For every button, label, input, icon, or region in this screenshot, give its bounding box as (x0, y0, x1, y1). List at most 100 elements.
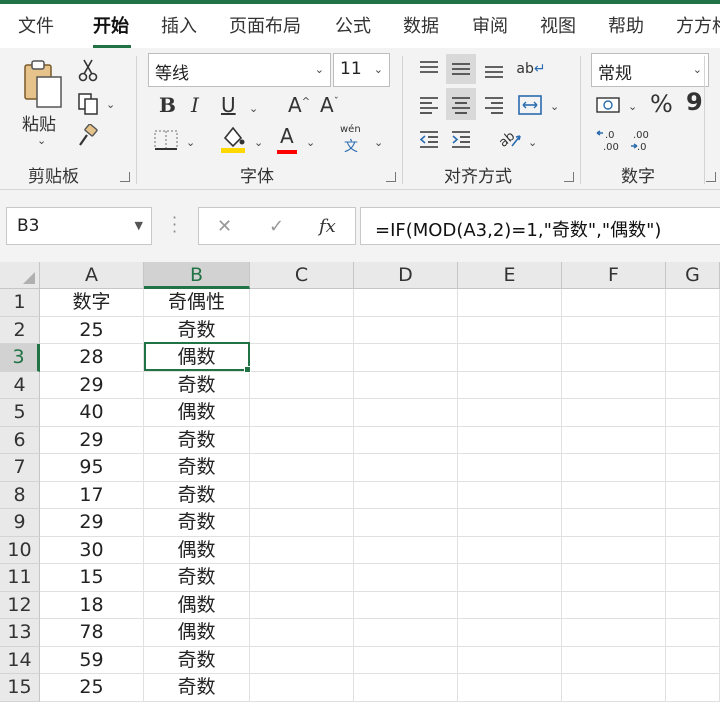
cell-a6[interactable]: 29 (40, 426, 144, 454)
cell-e7[interactable] (458, 454, 562, 482)
cell-g8[interactable] (666, 481, 720, 509)
cell-e9[interactable] (458, 509, 562, 537)
cell-g2[interactable] (666, 316, 720, 344)
cell-c10[interactable] (250, 536, 354, 564)
cell-c13[interactable] (250, 619, 354, 647)
alignment-launcher-icon[interactable] (564, 172, 574, 182)
cell-f2[interactable] (562, 316, 666, 344)
cell-e14[interactable] (458, 646, 562, 674)
cell-f11[interactable] (562, 564, 666, 592)
row-header[interactable]: 10 (0, 536, 40, 564)
column-header[interactable]: C (250, 262, 354, 289)
cell-g7[interactable] (666, 454, 720, 482)
row-header[interactable]: 13 (0, 619, 40, 647)
cell-c14[interactable] (250, 646, 354, 674)
cell-c3[interactable] (250, 344, 354, 372)
cell-e8[interactable] (458, 481, 562, 509)
cell-e10[interactable] (458, 536, 562, 564)
accounting-format-icon[interactable] (594, 92, 622, 118)
paste-dropdown-icon[interactable]: ⌄ (37, 134, 46, 147)
cell-a13[interactable]: 78 (40, 619, 144, 647)
tab-file[interactable]: 文件 (18, 12, 54, 38)
cell-b2[interactable]: 奇数 (144, 316, 250, 344)
cell-e3[interactable] (458, 344, 562, 372)
cell-g3[interactable] (666, 344, 720, 372)
row-header[interactable]: 12 (0, 591, 40, 619)
top-align-icon[interactable] (416, 56, 442, 82)
row-header[interactable]: 11 (0, 564, 40, 592)
cell-d2[interactable] (354, 316, 458, 344)
cell-a5[interactable]: 40 (40, 399, 144, 427)
bottom-align-icon[interactable] (481, 56, 507, 82)
cell-b9[interactable]: 奇数 (144, 509, 250, 537)
cell-a7[interactable]: 95 (40, 454, 144, 482)
cell-b6[interactable]: 奇数 (144, 426, 250, 454)
cell-b4[interactable]: 奇数 (144, 371, 250, 399)
cell-f14[interactable] (562, 646, 666, 674)
cell-b8[interactable]: 奇数 (144, 481, 250, 509)
cell-f15[interactable] (562, 674, 666, 702)
cell-c1[interactable] (250, 289, 354, 317)
cell-e1[interactable] (458, 289, 562, 317)
bold-button[interactable]: B (159, 93, 176, 117)
underline-button[interactable]: U (221, 93, 236, 117)
underline-dropdown-icon[interactable]: ⌄ (249, 102, 258, 115)
cell-a12[interactable]: 18 (40, 591, 144, 619)
font-color-button[interactable]: A (280, 124, 294, 148)
cell-c12[interactable] (250, 591, 354, 619)
clipboard-launcher-icon[interactable] (120, 172, 130, 182)
phonetic-dropdown-icon[interactable]: ⌄ (374, 136, 383, 149)
cell-b5[interactable]: 偶数 (144, 399, 250, 427)
select-all-button[interactable] (0, 262, 40, 289)
font-family-select[interactable]: 等线 ⌄ (148, 53, 331, 87)
cell-a1[interactable]: 数字 (40, 289, 144, 317)
fill-color-dropdown-icon[interactable]: ⌄ (254, 136, 263, 149)
cell-d11[interactable] (354, 564, 458, 592)
formula-input[interactable]: =IF(MOD(A3,2)=1,"奇数","偶数") (360, 207, 720, 245)
cell-d4[interactable] (354, 371, 458, 399)
merge-dropdown-icon[interactable]: ⌄ (550, 100, 559, 113)
cell-b14[interactable]: 奇数 (144, 646, 250, 674)
cell-a14[interactable]: 59 (40, 646, 144, 674)
cell-e5[interactable] (458, 399, 562, 427)
align-right-icon[interactable] (481, 92, 507, 118)
column-header[interactable]: F (562, 262, 666, 289)
cut-icon[interactable] (76, 58, 100, 82)
column-header[interactable]: G (666, 262, 720, 289)
cell-b15[interactable]: 奇数 (144, 674, 250, 702)
tab-review[interactable]: 审阅 (472, 12, 508, 38)
row-header[interactable]: 4 (0, 371, 40, 399)
accounting-dropdown-icon[interactable]: ⌄ (628, 100, 637, 113)
cell-d7[interactable] (354, 454, 458, 482)
cell-f3[interactable] (562, 344, 666, 372)
grow-font-button[interactable]: A^ (288, 93, 310, 117)
cell-b7[interactable]: 奇数 (144, 454, 250, 482)
cell-a15[interactable]: 25 (40, 674, 144, 702)
cell-c9[interactable] (250, 509, 354, 537)
cell-g14[interactable] (666, 646, 720, 674)
cell-a11[interactable]: 15 (40, 564, 144, 592)
row-header[interactable]: 15 (0, 674, 40, 702)
comma-style-button[interactable]: 9 (686, 88, 703, 116)
cell-a2[interactable]: 25 (40, 316, 144, 344)
cancel-icon[interactable]: ✕ (217, 216, 232, 237)
increase-decimal-icon[interactable]: .0.00 (594, 126, 624, 154)
cell-f4[interactable] (562, 371, 666, 399)
row-header[interactable]: 5 (0, 399, 40, 427)
format-painter-icon[interactable] (76, 124, 100, 148)
cell-d12[interactable] (354, 591, 458, 619)
row-header[interactable]: 1 (0, 289, 40, 317)
cell-g1[interactable] (666, 289, 720, 317)
cell-f13[interactable] (562, 619, 666, 647)
cell-b1[interactable]: 奇偶性 (144, 289, 250, 317)
cell-b11[interactable]: 奇数 (144, 564, 250, 592)
cell-d13[interactable] (354, 619, 458, 647)
font-size-select[interactable]: 11 ⌄ (333, 53, 390, 87)
cell-f6[interactable] (562, 426, 666, 454)
number-launcher-icon[interactable] (706, 172, 716, 182)
cell-f7[interactable] (562, 454, 666, 482)
font-launcher-icon[interactable] (386, 172, 396, 182)
cell-g15[interactable] (666, 674, 720, 702)
merge-center-icon[interactable] (516, 92, 544, 118)
cell-c5[interactable] (250, 399, 354, 427)
